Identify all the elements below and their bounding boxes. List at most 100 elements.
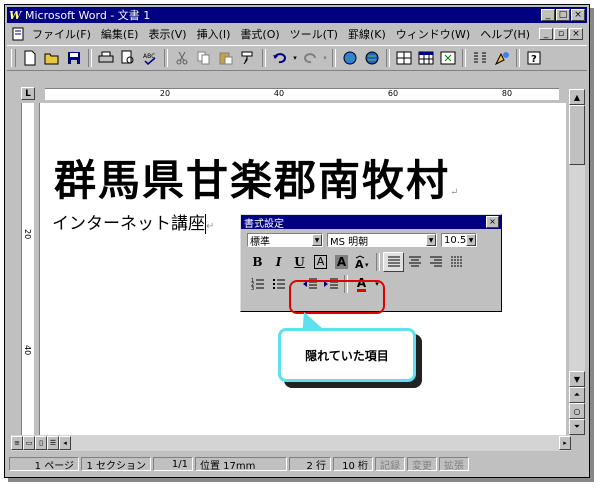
menu-edit[interactable]: 編集(E) (96, 26, 144, 42)
document-icon[interactable] (11, 27, 25, 41)
undo-icon[interactable] (269, 48, 291, 68)
italic-button[interactable]: I (268, 252, 289, 272)
scroll-up-button[interactable]: ▲ (569, 89, 585, 105)
columns-icon[interactable] (469, 48, 491, 68)
previous-page-button[interactable]: ⏶ (569, 387, 585, 403)
close-button[interactable]: × (571, 9, 585, 21)
align-center-button[interactable] (404, 252, 425, 272)
open-folder-icon[interactable] (41, 48, 63, 68)
insert-table-icon[interactable] (415, 48, 437, 68)
underline-button[interactable]: U (289, 252, 310, 272)
ruler-track[interactable]: 20 40 60 80 (45, 88, 559, 100)
chevron-down-icon[interactable]: ▼ (466, 234, 476, 246)
svg-text:A: A (355, 258, 364, 269)
ruler-label: 80 (501, 89, 513, 98)
print-icon[interactable] (95, 48, 117, 68)
maximize-button[interactable]: □ (556, 9, 570, 21)
spelling-icon[interactable]: ABC (139, 48, 161, 68)
redo-dropdown-icon[interactable]: ▾ (321, 48, 329, 68)
bullets-button[interactable] (268, 274, 289, 294)
status-track-changes[interactable]: 変更 (407, 457, 437, 472)
bold-button[interactable]: B (247, 252, 268, 272)
chevron-down-icon[interactable]: ▼ (312, 234, 322, 246)
status-extend[interactable]: 拡張 (439, 457, 469, 472)
hyperlink-icon[interactable] (339, 48, 361, 68)
character-shading-button[interactable]: A (331, 252, 352, 272)
copy-icon[interactable] (193, 48, 215, 68)
menu-window[interactable]: ウィンドウ(W) (391, 26, 475, 42)
insert-excel-icon[interactable] (437, 48, 459, 68)
doc-restore-button[interactable]: ▫ (554, 28, 568, 40)
redo-icon[interactable] (299, 48, 321, 68)
horizontal-ruler[interactable]: L 20 40 60 80 (7, 85, 587, 101)
formatting-row-1: 標準 ▼ MS 明朝 ▼ 10.5 ▼ (241, 229, 501, 251)
align-justify-button[interactable] (383, 252, 404, 272)
web-toolbar-icon[interactable] (361, 48, 383, 68)
tables-borders-icon[interactable] (393, 48, 415, 68)
normal-view-icon[interactable]: ≡ (11, 436, 23, 450)
menu-insert[interactable]: 挿入(I) (192, 26, 236, 42)
horizontal-scrollbar[interactable]: ≡ ▭ ▯ ☰ ◂ ▸ (11, 435, 571, 451)
tab-selector-button[interactable]: L (21, 87, 35, 100)
new-document-icon[interactable] (19, 48, 41, 68)
vruler-label: 20 (23, 229, 32, 240)
menu-view[interactable]: 表示(V) (143, 26, 191, 42)
minimize-button[interactable]: _ (541, 9, 555, 21)
scroll-thumb[interactable] (569, 105, 585, 165)
word-app-icon[interactable]: W (9, 9, 22, 22)
status-record[interactable]: 記録 (375, 457, 405, 472)
web-layout-view-icon[interactable]: ▭ (23, 436, 35, 450)
scroll-right-button[interactable]: ▸ (559, 436, 571, 450)
menu-tools[interactable]: ツール(T) (285, 26, 343, 42)
outline-view-icon[interactable]: ☰ (47, 436, 59, 450)
next-page-button[interactable]: ⏷ (569, 419, 585, 435)
style-select[interactable]: 標準 ▼ (247, 233, 323, 248)
print-layout-view-icon[interactable]: ▯ (35, 436, 47, 450)
paragraph-mark: ↵ (206, 221, 215, 232)
toolbar-grip[interactable] (11, 49, 16, 67)
vertical-ruler[interactable]: 20 40 (21, 103, 34, 435)
status-pages: 1/1 (153, 457, 193, 471)
character-border-button[interactable]: A (310, 252, 331, 272)
highlight-ring (289, 280, 385, 314)
align-right-button[interactable] (425, 252, 446, 272)
doc-minimize-button[interactable]: _ (539, 28, 553, 40)
status-bar: 1 ページ 1 セクション 1/1 位置 17mm 2 行 10 桁 記録 変更… (9, 455, 583, 473)
scroll-down-button[interactable]: ▼ (569, 371, 585, 387)
browse-object-button[interactable]: ○ (569, 403, 585, 419)
paste-icon[interactable] (215, 48, 237, 68)
save-icon[interactable] (63, 48, 85, 68)
format-painter-icon[interactable] (237, 48, 259, 68)
help-icon[interactable]: ? (523, 48, 545, 68)
menu-help[interactable]: ヘルプ(H) (475, 26, 535, 42)
font-select[interactable]: MS 明朝 ▼ (327, 233, 437, 248)
vruler-label: 40 (23, 345, 32, 356)
menu-format[interactable]: 書式(O) (235, 26, 284, 42)
numbering-button[interactable]: 123 (247, 274, 268, 294)
undo-dropdown-icon[interactable]: ▾ (291, 48, 299, 68)
font-size-select[interactable]: 10.5 ▼ (441, 233, 477, 247)
status-column: 10 桁 (333, 457, 373, 472)
formatting-close-button[interactable]: × (486, 216, 499, 228)
scroll-left-button[interactable]: ◂ (59, 436, 71, 450)
menu-file[interactable]: ファイル(F) (27, 26, 96, 42)
title-bar[interactable]: W Microsoft Word - 文書 1 _ □ × (7, 7, 587, 23)
document-line[interactable]: インターネット講座↵ (52, 209, 214, 234)
status-section: 1 セクション (81, 457, 151, 472)
document-heading[interactable]: 群馬県甘楽郡南牧村↵ (54, 147, 460, 208)
bullets-icon (272, 279, 285, 289)
align-justify-icon (387, 256, 400, 267)
cut-icon[interactable] (171, 48, 193, 68)
toolbar-separator (376, 253, 380, 271)
menu-table[interactable]: 罫線(K) (343, 26, 391, 42)
formatting-toolbar-titlebar[interactable]: 書式設定 × (241, 215, 501, 230)
callout-text: 隠れていた項目 (305, 348, 389, 363)
distributed-align-button[interactable] (446, 252, 467, 272)
drawing-icon[interactable] (491, 48, 513, 68)
print-preview-icon[interactable] (117, 48, 139, 68)
emphasis-mark-button[interactable]: A ▾ (352, 252, 373, 272)
ruler-label: 40 (273, 89, 285, 98)
doc-close-button[interactable]: × (569, 28, 583, 40)
vertical-scrollbar[interactable]: ▲ ▼ ⏶ ○ ⏷ (569, 89, 585, 435)
chevron-down-icon[interactable]: ▼ (426, 234, 436, 246)
